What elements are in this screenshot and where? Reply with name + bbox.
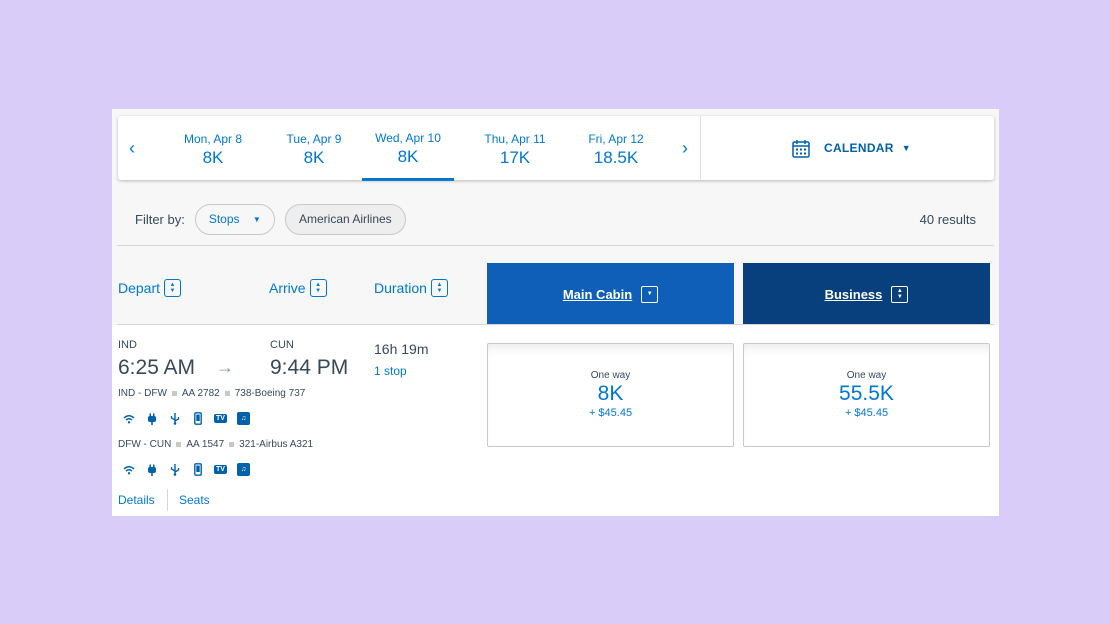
duration-column-label: Duration	[374, 280, 427, 296]
segment-info: DFW - CUN AA 1547 321-Airbus A321	[118, 439, 313, 450]
calendar-label: CALENDAR	[824, 141, 894, 155]
date-price: 17K	[499, 148, 531, 167]
date-price: 8K	[202, 148, 224, 167]
depart-column-label: Depart	[118, 280, 161, 296]
filter-bar: Filter by: Stops ▼ American Airlines	[135, 203, 406, 235]
music-icon: ♫	[237, 463, 250, 476]
sort-icon: ▲ ▼	[164, 279, 182, 297]
details-link[interactable]: Details	[118, 493, 155, 507]
selected-date-indicator	[362, 178, 454, 181]
chevron-down-icon: ▼	[901, 143, 911, 153]
date-option-apr-10[interactable]: Wed, Apr 10 8K	[353, 131, 463, 181]
link-divider	[167, 489, 168, 511]
amenities-row: TV ♫	[122, 412, 250, 425]
segment-aircraft: 321-Airbus A321	[239, 439, 314, 450]
date-strip: ‹ Mon, Apr 8 8K Tue, Apr 9 8K Wed, Apr 1…	[118, 116, 994, 181]
stops-link[interactable]: 1 stop	[374, 364, 407, 378]
calendar-button[interactable]: CALENDAR ▼	[792, 138, 911, 158]
business-label: Business	[824, 286, 883, 302]
flight-result-row: IND 6:25 AM → CUN 9:44 PM 16h 19m 1 stop…	[112, 325, 999, 516]
divider	[117, 245, 994, 246]
sort-icon: ▲ ▼	[430, 279, 448, 297]
business-fare-button[interactable]: One way 55.5K + $45.45	[743, 343, 990, 447]
date-label: Wed, Apr 10	[375, 131, 441, 145]
next-dates-button[interactable]: ›	[675, 138, 695, 158]
calendar-icon	[792, 139, 810, 158]
power-outlet-icon	[145, 412, 158, 425]
stops-filter-label: Stops	[208, 212, 240, 226]
usb-icon	[168, 412, 181, 425]
wifi-icon	[122, 463, 135, 476]
fare-taxes: + $45.45	[588, 407, 633, 419]
sort-arrive-button[interactable]: Arrive ▲ ▼	[269, 279, 327, 297]
separator	[171, 391, 177, 396]
chevron-down-icon: ▼	[641, 285, 659, 303]
segment-aircraft: 738-Boeing 737	[234, 388, 306, 399]
sort-icon: ▲ ▼	[891, 285, 909, 303]
results-count: 40 results	[919, 212, 976, 227]
destination-code: CUN	[270, 339, 294, 351]
flight-duration: 16h 19m	[374, 341, 429, 357]
arrive-column-label: Arrive	[269, 280, 306, 296]
date-label: Mon, Apr 8	[183, 132, 243, 146]
arrive-time: 9:44 PM	[270, 356, 349, 379]
segment-route: IND - DFW	[118, 388, 167, 399]
sort-duration-button[interactable]: Duration ▲ ▼	[374, 279, 448, 297]
power-outlet-icon	[145, 463, 158, 476]
fare-amount: 55.5K	[839, 382, 894, 405]
fare-amount: 8K	[597, 382, 624, 405]
seats-link[interactable]: Seats	[179, 493, 210, 507]
date-option-apr-11[interactable]: Thu, Apr 11 17K	[460, 132, 570, 168]
segment-info: IND - DFW AA 2782 738-Boeing 737	[118, 388, 305, 399]
segment-route: DFW - CUN	[118, 439, 172, 450]
amenities-row: TV ♫	[122, 463, 250, 476]
business-column-header[interactable]: Business ▲ ▼	[743, 263, 990, 325]
date-price: 18.5K	[593, 148, 639, 167]
depart-time: 6:25 AM	[118, 356, 196, 379]
flight-results-panel: ‹ Mon, Apr 8 8K Tue, Apr 9 8K Wed, Apr 1…	[112, 109, 999, 516]
tv-icon: TV	[214, 414, 227, 423]
segment-flight-number: AA 1547	[186, 439, 225, 450]
date-option-apr-8[interactable]: Mon, Apr 8 8K	[158, 132, 268, 168]
wifi-icon	[122, 412, 135, 425]
filter-label: Filter by:	[135, 211, 185, 227]
arrow-right-icon: →	[216, 357, 234, 377]
separator	[229, 442, 235, 447]
chevron-down-icon: ▼	[252, 214, 261, 224]
stops-filter-dropdown[interactable]: Stops ▼	[194, 203, 275, 235]
segment-flight-number: AA 2782	[181, 388, 220, 399]
date-label: Thu, Apr 11	[484, 132, 546, 146]
airline-filter-chip[interactable]: American Airlines	[284, 203, 406, 235]
music-icon: ♫	[237, 412, 250, 425]
main-cabin-fare-button[interactable]: One way 8K + $45.45	[487, 343, 734, 447]
main-cabin-label: Main Cabin	[562, 286, 633, 302]
fare-taxes: + $45.45	[844, 407, 889, 419]
separator	[176, 442, 182, 447]
mobile-device-icon	[191, 463, 204, 476]
strip-divider	[700, 116, 701, 180]
date-option-apr-12[interactable]: Fri, Apr 12 18.5K	[561, 132, 671, 168]
date-price: 8K	[397, 147, 419, 166]
fare-type: One way	[590, 370, 631, 381]
origin-code: IND	[118, 339, 137, 351]
sort-icon: ▲ ▼	[309, 279, 327, 297]
separator	[224, 391, 230, 396]
sort-depart-button[interactable]: Depart ▲ ▼	[118, 279, 182, 297]
date-label: Fri, Apr 12	[588, 132, 644, 146]
usb-icon	[168, 463, 181, 476]
prev-dates-button[interactable]: ‹	[122, 138, 142, 158]
tv-icon: TV	[214, 465, 227, 474]
mobile-device-icon	[191, 412, 204, 425]
fare-type: One way	[846, 370, 887, 381]
main-cabin-column-header[interactable]: Main Cabin ▼	[487, 263, 734, 325]
